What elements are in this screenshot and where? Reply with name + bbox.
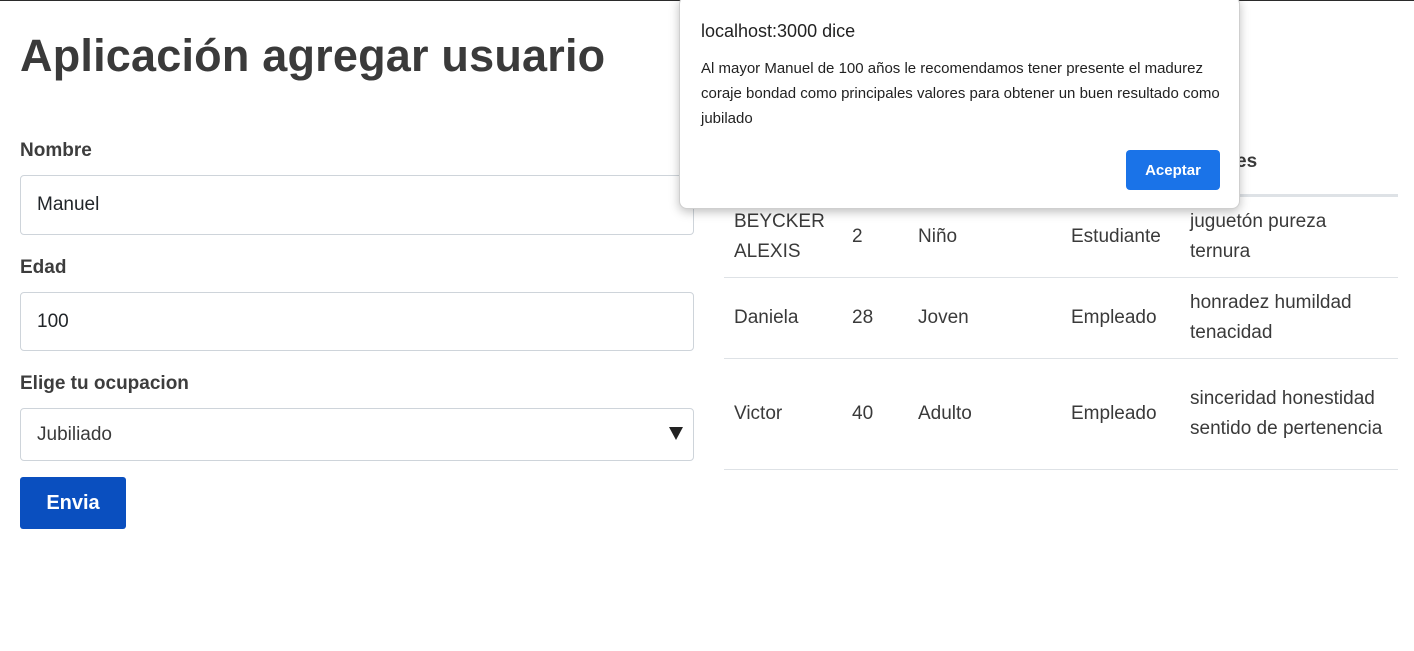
page-title: Aplicación agregar usuario bbox=[20, 30, 606, 81]
cell-name: Victor bbox=[724, 358, 842, 470]
cell-stage: Adulto bbox=[908, 358, 1061, 470]
alert-dialog: localhost:3000 dice Al mayor Manuel de 1… bbox=[679, 0, 1240, 209]
cell-occupation: Empleado bbox=[1061, 358, 1180, 470]
age-label: Edad bbox=[20, 257, 67, 278]
cell-stage: Joven bbox=[908, 277, 1061, 359]
dialog-message: Al mayor Manuel de 100 años le recomenda… bbox=[701, 60, 1220, 127]
cell-name: Daniela bbox=[724, 277, 842, 359]
cell-age: 28 bbox=[842, 277, 908, 359]
age-input[interactable] bbox=[20, 292, 694, 351]
cell-values: honradez humildad tenacidad bbox=[1180, 277, 1398, 359]
caret-down-icon bbox=[669, 427, 683, 440]
dialog-accept-button[interactable]: Aceptar bbox=[1126, 150, 1220, 190]
cell-values: sinceridad honestidad sentido de pertene… bbox=[1180, 358, 1398, 470]
add-user-form: Nombre Edad Elige tu ocupacion Jubiliado bbox=[20, 138, 694, 461]
cell-age: 40 bbox=[842, 358, 908, 470]
name-label: Nombre bbox=[20, 140, 92, 161]
cell-occupation: Empleado bbox=[1061, 277, 1180, 359]
occupation-selected-value: Jubiliado bbox=[37, 424, 112, 445]
table-row: Victor 40 Adulto Empleado sinceridad hon… bbox=[724, 358, 1398, 470]
name-input[interactable] bbox=[20, 175, 694, 235]
occupation-select[interactable]: Jubiliado bbox=[20, 408, 694, 461]
occupation-label: Elige tu ocupacion bbox=[20, 373, 189, 394]
dialog-title: localhost:3000 dice bbox=[701, 21, 856, 41]
submit-button[interactable]: Envia bbox=[20, 477, 126, 529]
table-row: Daniela 28 Joven Empleado honradez humil… bbox=[724, 277, 1398, 359]
